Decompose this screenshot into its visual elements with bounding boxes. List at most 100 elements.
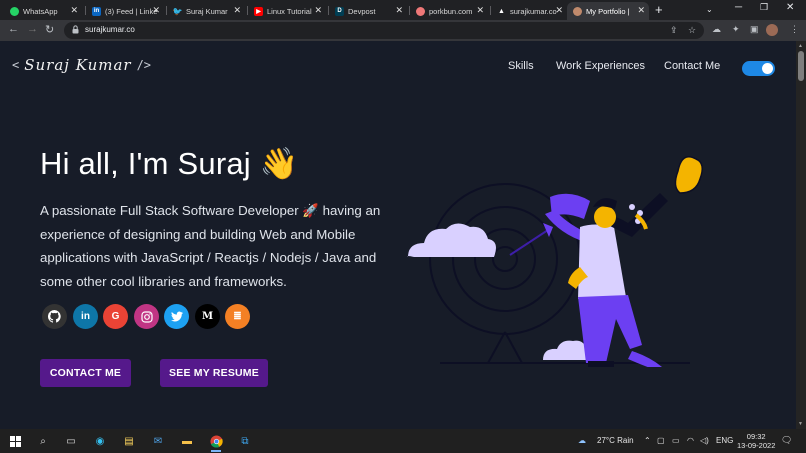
task-view-icon[interactable]: ▭ [64,434,78,448]
tab-porkbun[interactable]: porkbun.com ✕ [410,2,488,20]
twitter-icon: 🐦 [172,6,183,16]
file-explorer-icon[interactable]: ▬ [180,434,194,448]
tab-title: (3) Feed | Linke [105,6,157,16]
google-icon[interactable]: G [103,304,128,329]
tab-surajkumar[interactable]: ▲ surajkumar.co ✕ [491,2,567,20]
share-icon[interactable]: ⇪ [670,25,678,36]
forward-icon[interactable]: → [27,23,38,35]
dart-arrow [509,223,553,256]
devpost-icon: D [335,6,344,16]
meet-now-icon[interactable]: ▢ [657,436,665,445]
hero-bio: A passionate Full Stack Software Develop… [40,203,381,289]
battery-icon[interactable]: ▭ [672,436,680,445]
tray-chevron-icon[interactable]: ⌃ [644,436,651,445]
theme-toggle[interactable] [742,61,775,76]
portfolio-page: < Suraj Kumar /> Skills Work Experiences… [0,41,796,429]
toggle-knob [762,63,773,74]
browser-tab-strip: WhatsApp ✕ in (3) Feed | Linke ✕ 🐦 Suraj… [0,0,806,20]
tab-my-portfolio[interactable]: My Portfolio | ✕ [567,2,649,20]
tab-title: My Portfolio | [586,6,630,16]
language-indicator[interactable]: ENG [716,436,733,445]
avatar-icon [573,6,582,16]
tab-linkedin[interactable]: in (3) Feed | Linke ✕ [86,2,164,20]
linkedin-icon[interactable]: in [73,304,98,329]
reload-icon[interactable]: ↻ [45,23,54,36]
extensions-puzzle-icon[interactable]: ✦ [732,24,740,35]
nav-skills[interactable]: Skills [508,60,534,72]
tab-twitter[interactable]: 🐦 Suraj Kumar ✕ [167,2,245,20]
close-tab-icon[interactable]: ✕ [637,5,645,16]
tab-whatsapp[interactable]: WhatsApp ✕ [4,2,82,20]
bookmark-star-icon[interactable]: ☆ [688,25,696,36]
mail-icon[interactable]: ✉ [151,434,165,448]
contact-me-button[interactable]: CONTACT ME [40,359,131,387]
store-icon[interactable]: ▤ [122,434,136,448]
developer-illustration [407,156,703,367]
search-icon[interactable]: ⌕ [36,434,50,448]
weather-icon[interactable]: ☁ [578,436,586,445]
address-bar[interactable]: surajkumar.co ⇪ ☆ [64,22,704,39]
clock-date: 13-09-2022 [737,441,776,450]
scrollbar-thumb[interactable] [798,51,804,81]
tab-title: WhatsApp [23,6,58,16]
volume-icon[interactable]: ◁) [700,436,709,445]
scroll-up-icon[interactable]: ▲ [798,43,803,49]
close-tab-icon[interactable]: ✕ [395,5,403,16]
scroll-down-icon[interactable]: ▼ [798,421,803,427]
instagram-icon[interactable] [134,304,159,329]
weather-text[interactable]: 27°C Rain [597,436,634,445]
nav-work-experiences[interactable]: Work Experiences [556,60,645,72]
tab-title: Linux Tutorial [267,6,312,16]
profile-avatar[interactable] [766,24,778,36]
tab-title: Suraj Kumar [186,6,228,16]
chrome-icon[interactable] [209,434,223,452]
close-tab-icon[interactable]: ✕ [314,5,322,16]
logo-bracket-open: < [12,58,20,72]
lock-icon [72,25,79,34]
extension-cloud-icon[interactable]: ☁ [712,24,721,35]
developer-figure [545,156,703,367]
youtube-icon: ▶ [254,6,263,16]
network-icon[interactable]: ◠ [687,436,694,445]
close-tab-icon[interactable]: ✕ [476,5,484,16]
browser-toolbar: ← → ↻ surajkumar.co ⇪ ☆ ☁ ✦ ▣ ⋮ [0,20,806,41]
side-panel-icon[interactable]: ▣ [750,24,759,35]
twitter-icon[interactable] [164,304,189,329]
chrome-menu-icon[interactable]: ⋮ [790,24,799,35]
triangle-icon: ▲ [498,7,505,15]
clock-time: 09:32 [746,432,766,441]
restore-icon[interactable]: ❐ [760,2,768,13]
tab-devpost[interactable]: D Devpost ✕ [329,2,407,20]
github-icon[interactable] [42,304,67,329]
close-tab-icon[interactable]: ✕ [152,5,160,16]
close-tab-icon[interactable]: ✕ [70,5,78,16]
edge-icon[interactable]: ◉ [93,434,107,448]
tab-title: surajkumar.co [510,6,557,16]
new-tab-icon[interactable]: + [655,2,663,17]
porkbun-icon [416,6,425,16]
tab-youtube[interactable]: ▶ Linux Tutorial ✕ [248,2,326,20]
tab-search-icon[interactable]: ⌄ [706,5,713,14]
nav-contact-me[interactable]: Contact Me [664,60,720,72]
page-scrollbar[interactable]: ▲ ▼ [796,41,806,429]
hero-greeting: Hi all, I'm Suraj 👋 [40,146,299,181]
windows-start-icon[interactable] [8,434,22,448]
tab-title: porkbun.com [429,6,473,16]
url-text: surajkumar.co [85,25,135,34]
site-logo[interactable]: < Suraj Kumar /> [12,56,151,74]
stackoverflow-icon[interactable]: ≣ [225,304,250,329]
see-my-resume-button[interactable]: SEE MY RESUME [160,359,268,387]
close-tab-icon[interactable]: ✕ [233,5,241,16]
linkedin-icon: in [92,6,101,16]
close-tab-icon[interactable]: ✕ [555,5,563,16]
vscode-icon[interactable]: ⧉ [238,434,252,448]
tab-title: Devpost [348,6,376,16]
cloud-left [407,223,496,257]
whatsapp-icon [10,6,19,16]
back-icon[interactable]: ← [8,23,19,35]
system-clock[interactable]: 09:32 13-09-2022 [737,432,775,450]
notifications-icon[interactable]: 🗨 [781,435,792,446]
close-window-icon[interactable]: ✕ [786,2,794,13]
minimize-icon[interactable]: ─ [735,2,742,13]
medium-icon[interactable]: M [195,304,220,329]
